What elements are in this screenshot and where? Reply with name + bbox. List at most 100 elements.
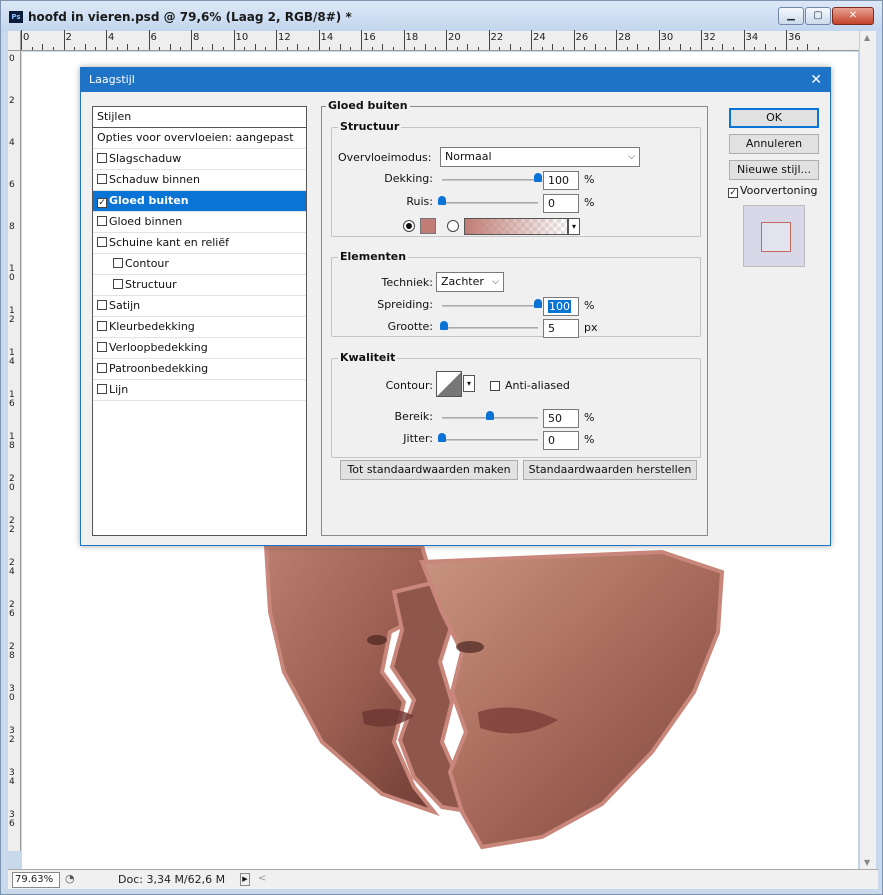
gradient-dropdown-icon[interactable]: ▾ xyxy=(568,218,580,235)
style-checkbox[interactable] xyxy=(97,384,107,394)
contour-dropdown-icon[interactable]: ▾ xyxy=(463,375,475,392)
ruler-tick xyxy=(329,47,331,50)
panel-title: Gloed buiten xyxy=(326,99,410,112)
style-item[interactable]: Schaduw binnen xyxy=(93,170,306,191)
style-item-label: Kleurbedekking xyxy=(109,320,195,333)
style-item[interactable]: Schuine kant en reliëf xyxy=(93,233,306,254)
technique-select[interactable]: Zachter ⌵ xyxy=(436,272,504,292)
vertical-ruler[interactable]: 0 2 4 6 8 10 12 14 16 18 20 22 24 26 28 30 32 34 36 xyxy=(8,51,21,851)
horizontal-ruler[interactable]: 0 2 4 6 8 10 12 14 16 18 20 22 24 26 28 30 32 34 36 xyxy=(21,30,859,51)
make-default-button[interactable]: Tot standaardwaarden maken xyxy=(340,460,518,480)
ruler-tick xyxy=(764,44,766,50)
style-checkbox[interactable] xyxy=(97,174,107,184)
ruler-tick xyxy=(701,30,702,50)
reset-default-button[interactable]: Standaardwaarden herstellen xyxy=(523,460,697,480)
jitter-slider-track[interactable] xyxy=(442,439,538,441)
jitter-slider-thumb[interactable] xyxy=(438,433,446,442)
zoom-level-field[interactable]: 79.63% xyxy=(12,872,60,888)
jitter-input[interactable]: 0 xyxy=(543,431,579,450)
scroll-left-icon[interactable]: < xyxy=(258,873,266,884)
size-input[interactable]: 5 xyxy=(543,319,579,338)
style-item[interactable]: Satijn xyxy=(93,296,306,317)
photoshop-window: Ps hoofd in vieren.psd @ 79,6% (Laag 2, … xyxy=(0,0,883,895)
style-item[interactable]: Patroonbedekking xyxy=(93,359,306,380)
style-checkbox[interactable] xyxy=(97,342,107,352)
style-item[interactable]: Structuur xyxy=(93,275,306,296)
style-checkbox[interactable] xyxy=(97,321,107,331)
maximize-button[interactable]: ▢ xyxy=(805,7,831,25)
ruler-tick-label: 10 xyxy=(9,264,15,283)
blend-mode-label: Overvloeimodus: xyxy=(338,151,432,164)
ruler-tick xyxy=(169,44,171,50)
style-checkbox[interactable] xyxy=(97,153,107,163)
scroll-up-icon[interactable]: ▲ xyxy=(864,33,870,42)
vertical-scrollbar[interactable]: ▲ ▼ xyxy=(859,31,876,869)
ruler-tick-label: 22 xyxy=(490,32,504,43)
spread-slider-thumb[interactable] xyxy=(534,299,542,308)
style-item[interactable]: Kleurbedekking xyxy=(93,317,306,338)
spread-label: Spreiding: xyxy=(377,298,433,311)
new-style-button[interactable]: Nieuwe stijl... xyxy=(729,160,819,180)
opacity-slider-thumb[interactable] xyxy=(534,173,542,182)
noise-input[interactable]: 0 xyxy=(543,194,579,213)
ruler-tick-label: 18 xyxy=(9,432,15,451)
style-checkbox[interactable] xyxy=(113,279,123,289)
blend-mode-value: Normaal xyxy=(445,150,492,163)
chevron-down-icon: ⌵ xyxy=(628,152,635,162)
ruler-tick xyxy=(754,47,756,50)
opacity-input[interactable]: 100 xyxy=(543,171,579,190)
elements-title: Elementen xyxy=(338,250,409,263)
clock-icon[interactable]: ◔ xyxy=(65,872,75,885)
solid-color-radio[interactable] xyxy=(403,220,415,232)
antialias-checkbox[interactable] xyxy=(490,381,500,391)
ruler-tick-label: 24 xyxy=(9,558,15,577)
style-checkbox[interactable]: ✓ xyxy=(97,198,107,208)
ruler-tick xyxy=(371,47,373,50)
ruler-tick-label: 14 xyxy=(320,32,334,43)
cancel-button[interactable]: Annuleren xyxy=(729,134,819,154)
ruler-tick-label: 22 xyxy=(9,516,15,535)
scroll-down-icon[interactable]: ▼ xyxy=(864,858,870,867)
ruler-tick xyxy=(95,47,97,50)
range-slider-thumb[interactable] xyxy=(486,411,494,420)
size-slider-thumb[interactable] xyxy=(439,321,448,330)
style-item[interactable]: ✓ Gloed buiten xyxy=(93,191,306,212)
style-item[interactable]: Slagschaduw xyxy=(93,149,306,170)
spread-slider-track[interactable] xyxy=(442,305,538,307)
style-item[interactable]: Contour xyxy=(93,254,306,275)
preview-checkbox[interactable]: ✓ xyxy=(728,188,738,198)
contour-preview[interactable] xyxy=(436,371,462,397)
blend-mode-select[interactable]: Normaal ⌵ xyxy=(440,147,640,167)
style-checkbox[interactable] xyxy=(113,258,123,268)
range-input[interactable]: 50 xyxy=(543,409,579,428)
noise-slider-thumb[interactable] xyxy=(438,196,446,205)
style-checkbox[interactable] xyxy=(97,363,107,373)
size-slider-track[interactable] xyxy=(442,327,538,329)
minimize-button[interactable]: ▁ xyxy=(778,7,804,25)
style-checkbox[interactable] xyxy=(97,237,107,247)
opacity-slider-track[interactable] xyxy=(442,179,538,181)
glow-gradient-picker[interactable] xyxy=(464,218,568,235)
ruler-tick-label: 10 xyxy=(235,32,249,43)
glow-color-swatch[interactable] xyxy=(420,218,436,234)
blending-options-item[interactable]: Opties voor overvloeien: aangepast xyxy=(93,128,306,149)
style-checkbox[interactable] xyxy=(97,300,107,310)
style-checkbox[interactable] xyxy=(97,216,107,226)
style-item[interactable]: Lijn xyxy=(93,380,306,401)
spread-input[interactable]: 100 xyxy=(543,297,579,316)
styles-header[interactable]: Stijlen xyxy=(93,107,306,128)
style-item[interactable]: Gloed binnen xyxy=(93,212,306,233)
dialog-title-bar[interactable]: Laagstijl ✕ xyxy=(81,68,830,92)
close-window-button[interactable]: ✕ xyxy=(832,7,874,25)
title-bar[interactable]: Ps hoofd in vieren.psd @ 79,6% (Laag 2, … xyxy=(1,1,882,31)
gradient-radio[interactable] xyxy=(447,220,459,232)
style-item[interactable]: Verloopbedekking xyxy=(93,338,306,359)
ok-button[interactable]: OK xyxy=(729,108,819,128)
ruler-origin[interactable] xyxy=(8,31,21,51)
noise-slider-track[interactable] xyxy=(442,202,538,204)
status-menu-arrow-icon[interactable]: ▶ xyxy=(240,873,250,886)
ruler-tick xyxy=(52,47,54,50)
ruler-tick xyxy=(796,47,798,50)
preview-toggle[interactable]: ✓ Voorvertoning xyxy=(728,184,817,198)
dialog-close-icon[interactable]: ✕ xyxy=(810,68,822,92)
